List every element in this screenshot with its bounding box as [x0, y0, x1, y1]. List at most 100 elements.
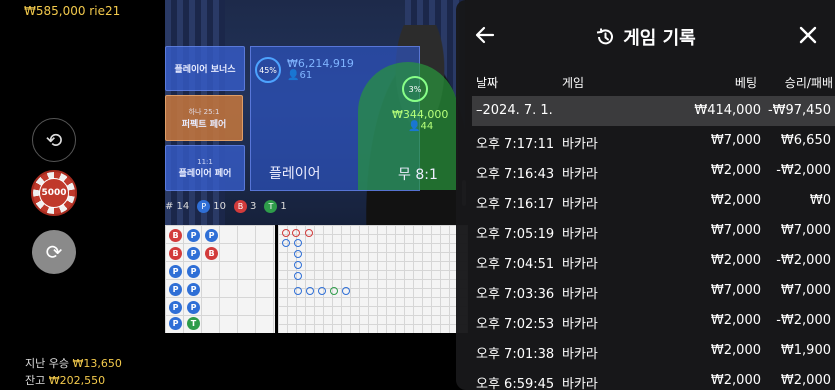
row-time: 오후 7:04:51	[476, 257, 555, 272]
repeat-bet-button[interactable]: ⟳	[32, 230, 76, 274]
undo-icon: ⟲	[45, 128, 63, 152]
tie-bet-zone[interactable]: 3% ₩344,000 👤44 무 8:1	[358, 62, 458, 190]
history-row[interactable]: 오후 7:16:17 바카라 ₩2,000 ₩0	[472, 186, 835, 216]
road-ring-player	[342, 287, 350, 295]
row-game: 바카라	[562, 287, 598, 302]
last-win-label: 지난 우승	[25, 357, 69, 370]
close-button[interactable]	[795, 22, 821, 48]
history-row[interactable]: 오후 7:04:51 바카라 ₩2,000 -₩2,000	[472, 246, 835, 276]
row-game: 바카라	[562, 377, 598, 390]
road-ring-player	[282, 239, 290, 247]
road-ring-player	[294, 272, 302, 280]
road-ring-banker	[292, 229, 300, 237]
row-game: 바카라	[562, 137, 598, 152]
tie-wins-stat: T1	[264, 200, 287, 213]
group-winloss-total: -₩97,450	[767, 103, 831, 118]
player-bet-amount: ₩6,214,919	[287, 57, 354, 70]
row-time: 오후 7:03:36	[476, 287, 555, 302]
col-game: 게임	[562, 76, 585, 90]
player-pair-label: 플레이어 페어	[178, 168, 232, 179]
row-bet: ₩7,000	[710, 223, 761, 238]
round-stats: # 14 P 10 B3 T1	[165, 200, 287, 213]
bead-player: P	[187, 229, 200, 242]
player-bettor-count: 👤61	[287, 70, 313, 81]
history-icon	[597, 28, 614, 45]
history-row[interactable]: 오후 7:17:11 바카라 ₩7,000 ₩6,650	[472, 126, 835, 156]
date-group-row[interactable]: –2024. 7. 1. ₩414,000 -₩97,450	[472, 96, 835, 126]
history-row[interactable]: 오후 7:03:36 바카라 ₩7,000 ₩7,000	[472, 276, 835, 306]
bead-player: P	[205, 229, 218, 242]
panel-title: 게임 기록	[623, 28, 696, 49]
balance-label: 잔고	[25, 374, 46, 387]
group-bet-total: ₩414,000	[694, 103, 761, 118]
bead-tie: T	[187, 317, 200, 330]
tie-bet-amount: ₩344,000	[392, 108, 449, 121]
history-row[interactable]: 오후 7:05:19 바카라 ₩7,000 ₩7,000	[472, 216, 835, 246]
bead-banker: B	[169, 229, 182, 242]
row-time: 오후 6:59:45	[476, 377, 555, 390]
player-bonus-label: 플레이어 보너스	[174, 65, 236, 75]
perfect-pair-bet[interactable]: 하나 25:1 퍼펙트 페어	[165, 95, 243, 141]
player-pair-odds: 11:1	[197, 157, 213, 166]
history-row[interactable]: 오후 7:01:38 바카라 ₩2,000 ₩1,900	[472, 336, 835, 366]
panel-header: 게임 기록	[456, 0, 835, 70]
game-history-panel: 게임 기록 날짜 게임 베팅 승리/패배 –2024. 7. 1. ₩414,0…	[456, 0, 835, 390]
round-number: # 14	[165, 201, 190, 212]
row-winloss: ₩7,000	[780, 223, 831, 238]
row-bet: ₩2,000	[710, 313, 761, 328]
player-pair-bet[interactable]: 11:1 플레이어 페어	[165, 145, 245, 191]
row-bet: ₩2,000	[710, 343, 761, 358]
panel-title-group: 게임 기록	[456, 24, 835, 50]
bead-player: P	[187, 301, 200, 314]
history-row[interactable]: 오후 6:59:45 바카라 ₩2,000 ₩2,000	[472, 366, 835, 390]
road-ring-player	[318, 287, 326, 295]
row-time: 오후 7:05:19	[476, 227, 555, 242]
tie-zone-label: 무 8:1	[398, 167, 438, 183]
undo-button[interactable]: ⟲	[32, 118, 76, 162]
close-icon	[799, 26, 817, 44]
col-winloss: 승리/패배	[784, 76, 833, 90]
row-winloss: ₩0	[809, 193, 831, 208]
row-bet: ₩2,000	[710, 373, 761, 388]
row-game: 바카라	[562, 227, 598, 242]
row-winloss: -₩2,000	[776, 313, 831, 328]
road-ring-player	[306, 287, 314, 295]
row-bet: ₩7,000	[710, 133, 761, 148]
history-row[interactable]: 오후 7:16:43 바카라 ₩2,000 -₩2,000	[472, 156, 835, 186]
player-percent-ring: 45%	[255, 57, 281, 83]
row-bet: ₩2,000	[710, 163, 761, 178]
bead-player: P	[187, 283, 200, 296]
bead-player: P	[187, 247, 200, 260]
bead-player: P	[169, 317, 182, 330]
table-header: 날짜 게임 베팅 승리/패배	[456, 74, 835, 94]
player-zone-label: 플레이어	[269, 166, 321, 182]
bead-banker: B	[205, 247, 218, 260]
repeat-icon: ⟳	[45, 240, 63, 264]
balance-info: 잔고 ₩202,550	[25, 372, 105, 388]
road-ring-tie	[330, 287, 338, 295]
row-winloss: ₩7,000	[780, 283, 831, 298]
player-bonus-bet[interactable]: 플레이어 보너스	[165, 46, 245, 91]
bead-player: P	[187, 265, 200, 278]
road-ring-player	[294, 287, 302, 295]
row-winloss: ₩2,000	[780, 373, 831, 388]
tie-bettor-count: 👤44	[408, 121, 434, 132]
road-ring-banker	[282, 229, 290, 237]
row-game: 바카라	[562, 197, 598, 212]
row-winloss: -₩2,000	[776, 163, 831, 178]
col-date: 날짜	[476, 76, 499, 90]
row-winloss: ₩1,900	[780, 343, 831, 358]
history-table: –2024. 7. 1. ₩414,000 -₩97,450 오후 7:17:1…	[472, 96, 835, 390]
bead-player: P	[169, 283, 182, 296]
perfect-pair-odds: 하나 25:1	[188, 107, 220, 116]
history-row[interactable]: 오후 7:02:53 바카라 ₩2,000 -₩2,000	[472, 306, 835, 336]
chip-value: 5000	[39, 178, 69, 208]
perfect-pair-label: 퍼펙트 페어	[181, 119, 227, 130]
chip-selector[interactable]: 5000	[31, 170, 77, 216]
row-winloss: -₩2,000	[776, 253, 831, 268]
row-game: 바카라	[562, 257, 598, 272]
tie-percent-ring: 3%	[402, 76, 428, 102]
big-road	[278, 225, 468, 333]
road-ring-player	[294, 239, 302, 247]
row-time: 오후 7:01:38	[476, 347, 555, 362]
